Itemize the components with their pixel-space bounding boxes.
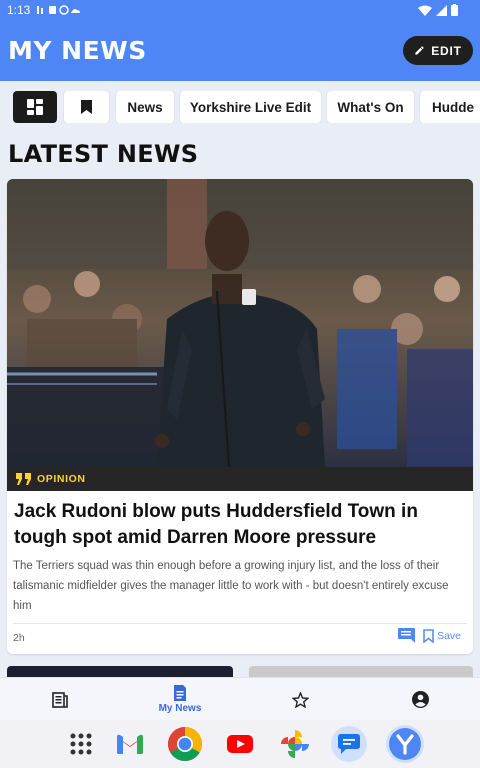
star-icon [291,691,309,708]
page-title: MY NEWS [8,36,147,65]
grid-icon [27,99,43,115]
messages-app[interactable] [331,726,367,762]
chrome-app[interactable] [167,726,203,762]
youtube-icon [227,735,253,753]
chip-bookmarks[interactable] [64,91,109,123]
chip-grid[interactable] [13,91,57,123]
bookmark-icon [81,100,92,114]
edit-button[interactable]: EDIT [403,36,473,65]
bookmark-outline-icon [423,628,434,643]
article-icon [52,691,68,708]
card-divider [13,623,467,624]
status-time: 1:13 [7,3,31,17]
nav-favourites[interactable] [270,678,330,721]
account-icon [411,691,429,708]
yorkshire-live-app[interactable] [386,725,424,763]
photos-icon [281,730,309,758]
messages-icon [338,734,360,754]
wifi-icon [418,5,432,16]
nav-account[interactable] [390,678,450,721]
chip-news[interactable]: News [116,91,174,123]
edit-label: EDIT [431,43,462,58]
chip-huddersfield[interactable]: Hudde [420,91,480,123]
article-headline[interactable]: Jack Rudoni blow puts Huddersfield Town … [14,499,464,551]
youtube-app[interactable] [222,726,258,762]
battery-icon [451,4,458,16]
chrome-icon [168,727,202,761]
my-news-icon [174,685,186,701]
app-header: 1:13 MY NEWS EDIT [0,0,480,81]
app-drawer-button[interactable] [63,726,99,762]
app-drawer-icon [70,733,92,755]
article-image[interactable] [7,179,473,467]
signal-icon [436,4,447,16]
article-summary: The Terriers squad was thin enough befor… [13,560,449,612]
status-bar: 1:13 [7,3,81,17]
yorkshire-live-icon [389,728,421,760]
nav-my-news[interactable]: My News [150,678,210,721]
article-tag: OPINION [7,467,473,491]
save-label: Save [437,629,461,642]
chip-whats-on[interactable]: What's On [327,91,414,123]
bottom-navigation: My News [0,677,480,720]
gmail-app[interactable] [112,726,148,762]
nav-label: My News [158,703,202,714]
nav-articles[interactable] [30,678,90,721]
chip-yorkshire-live-edit[interactable]: Yorkshire Live Edit [180,91,321,123]
article-card[interactable]: OPINION Jack Rudoni blow puts Huddersfie… [7,179,473,654]
section-title: LATEST NEWS [8,140,199,168]
notification-icons [37,5,81,15]
article-actions: Save [398,628,461,643]
tag-label: OPINION [37,473,86,485]
photos-app[interactable] [277,726,313,762]
category-chips: News Yorkshire Live Edit What's On Hudde [0,91,480,123]
save-button[interactable]: Save [423,628,461,643]
article-time: 2h [13,632,25,644]
status-indicators [418,4,458,16]
quote-icon [16,473,31,485]
gmail-icon [117,734,143,754]
system-dock [0,720,480,768]
pencil-icon [415,46,424,55]
comment-icon[interactable] [398,628,416,643]
